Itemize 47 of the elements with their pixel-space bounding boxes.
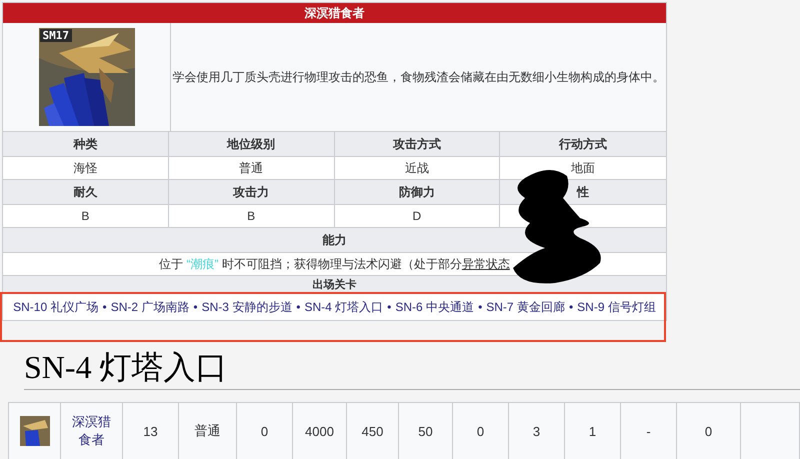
stat-value: 地面 — [571, 160, 596, 176]
stage-link[interactable]: SN-2 广场南路 — [110, 298, 190, 316]
stat-value: B — [81, 209, 90, 223]
table-cell: 450 — [362, 424, 384, 438]
table-cell: 13 — [143, 424, 158, 438]
section-heading: 出场关卡 — [312, 278, 356, 292]
stat-label: 攻击力 — [233, 184, 270, 200]
stage-link[interactable]: SN-3 安静的步道 — [202, 298, 292, 316]
table-cell: 50 — [418, 424, 433, 438]
stat-label: 种类 — [73, 136, 98, 152]
stage-link[interactable]: SN-4 灯塔入口 — [304, 298, 384, 316]
table-cell: 0 — [476, 424, 484, 438]
table-cell: 3 — [532, 424, 540, 438]
table-cell: 0 — [704, 424, 712, 438]
separator-dot: • — [102, 300, 107, 314]
separator-dot: • — [296, 300, 300, 314]
stage-link[interactable]: SN-7 黄金回廊 — [486, 298, 565, 316]
stage-link[interactable]: SN-10 礼仪广场 — [13, 298, 98, 316]
stat-label: 攻击方式 — [392, 136, 441, 152]
separator-dot: • — [478, 300, 482, 314]
stat-value: B — [247, 209, 256, 223]
separator-dot: • — [193, 300, 198, 314]
separator-dot: • — [387, 300, 392, 314]
stat-value: 近战 — [404, 160, 429, 176]
separator-dot: • — [568, 300, 574, 314]
stat-value: 普通 — [239, 160, 264, 176]
table-cell: 1 — [588, 424, 596, 438]
table-cell: 0 — [260, 424, 268, 438]
section-heading: 能力 — [322, 232, 346, 248]
table-cell: - — [646, 424, 651, 438]
stage-link[interactable]: SN-9 信号灯组 — [577, 298, 656, 316]
stat-value: 海怪 — [73, 160, 98, 176]
stat-label: 行动方式 — [559, 136, 608, 152]
stat-value: D — [412, 209, 422, 223]
table-cell: 普通 — [194, 422, 220, 440]
portrait-tag: SM17 — [40, 29, 72, 42]
stat-label: 防御力 — [398, 184, 435, 200]
enemy-name-link[interactable]: 深溟猎食者 — [70, 412, 112, 450]
stat-label: 性 — [577, 184, 590, 200]
table-cell: 4000 — [305, 424, 334, 438]
stat-label: 地位级别 — [227, 136, 276, 152]
stage-heading: SN-4 灯塔入口 — [24, 347, 800, 390]
stage-link[interactable]: SN-6 中央通道 — [395, 298, 474, 316]
infobox-title: 深溟猎食者 — [3, 3, 666, 23]
stat-label: 耐久 — [73, 184, 98, 200]
description-text: 学会使用几丁质头壳进行物理攻击的恐鱼，食物残渣会储藏在由无数细小生物构成的身体中。 — [172, 68, 664, 86]
ability-text: 位于 “潮痕” 时不可阻挡；获得物理与法术闪避（处于部分异常状态 — [159, 256, 510, 272]
